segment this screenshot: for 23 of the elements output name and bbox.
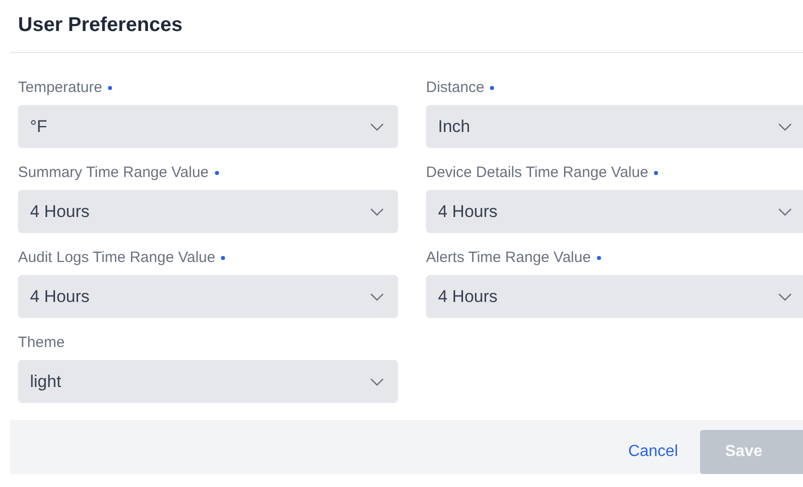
chevron-down-icon	[370, 122, 384, 130]
chevron-down-icon	[370, 378, 384, 386]
field-label: Temperature	[18, 78, 102, 98]
chevron-down-icon	[778, 122, 792, 130]
select-dropdown[interactable]: °F	[18, 105, 398, 148]
cancel-link[interactable]: Cancel	[628, 440, 678, 464]
field-label: Alerts Time Range Value	[426, 248, 591, 268]
field-label: Audit Logs Time Range Value	[18, 248, 216, 268]
field-label: Device Details Time Range Value	[426, 162, 648, 183]
field-label: Summary Time Range Value	[18, 162, 209, 183]
dialog-title: User Preferences	[18, 13, 183, 38]
field-label: Theme	[18, 332, 65, 353]
select-dropdown[interactable]: light	[18, 360, 398, 403]
chevron-down-icon	[778, 208, 792, 216]
select-dropdown[interactable]: 4 Hours	[18, 275, 398, 318]
chevron-down-icon	[778, 292, 792, 300]
chevron-down-icon	[370, 208, 384, 216]
select-dropdown[interactable]: Inch	[426, 105, 803, 148]
select-dropdown[interactable]: 4 Hours	[426, 275, 803, 318]
chevron-down-icon	[370, 292, 384, 300]
select-dropdown[interactable]: 4 Hours	[426, 190, 803, 233]
select-dropdown[interactable]: 4 Hours	[18, 190, 398, 233]
field-label: Distance	[426, 78, 484, 98]
